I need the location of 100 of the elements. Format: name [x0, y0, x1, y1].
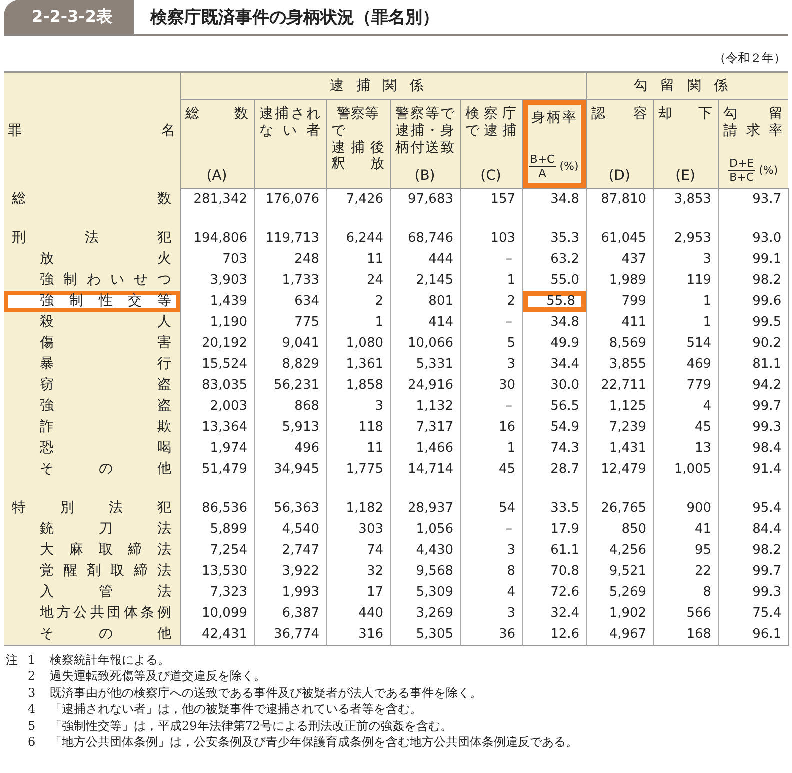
table-cell: 2,003: [180, 396, 254, 416]
column-sub: (C): [480, 168, 502, 184]
crime-name: 強制性交等: [4, 290, 180, 312]
table-cell: 99.3: [718, 416, 788, 438]
table-cell: 1,125: [586, 396, 654, 416]
table-cell: 99.7: [718, 396, 788, 416]
table-cell: 26,765: [586, 498, 654, 518]
table-cell: 801: [390, 290, 460, 312]
table-cell: 10,066: [390, 332, 460, 354]
table-cell: 1,858: [326, 374, 390, 396]
table-cell: 98.2: [718, 270, 788, 290]
table-cell: 8,829: [254, 354, 326, 374]
note-text: 検察統計年報による。: [50, 652, 171, 668]
crime-name: 地方公共団体条例: [39, 604, 172, 622]
table-cell: 4: [460, 582, 522, 602]
table-cell: 99.6: [718, 290, 788, 312]
table-cell: 2,145: [390, 270, 460, 290]
table-cell: 28,937: [390, 498, 460, 518]
table-cell: 119: [653, 270, 718, 290]
table-cell: －: [460, 518, 522, 540]
table-cell: 1,993: [254, 582, 326, 602]
table-cell: 779: [653, 374, 718, 396]
table-cell: 7,254: [180, 540, 254, 560]
table-cell: 4,540: [254, 518, 326, 540]
table-cell: 3: [460, 540, 522, 560]
table-cell: 45: [653, 416, 718, 438]
note-number: 6: [28, 734, 37, 750]
table-cell: 176,076: [254, 188, 326, 210]
table-cell: 98.4: [718, 438, 788, 458]
table-cell: 4,256: [586, 540, 654, 560]
table-cell: 32: [326, 560, 390, 582]
table-cell: 2,953: [653, 228, 718, 248]
table-cell: 5,305: [390, 624, 460, 645]
table-cell: 11: [326, 248, 390, 270]
note-number: 2: [28, 668, 37, 684]
table-cell: 1: [653, 312, 718, 332]
table-cell: 22: [653, 560, 718, 582]
table-cell: 7,317: [390, 416, 460, 438]
table-cell: 83,035: [180, 374, 254, 396]
fraction-numerator: B+C: [529, 153, 556, 167]
table-cell: 32.4: [522, 602, 586, 624]
table-cell: 36: [460, 624, 522, 645]
table-cell: 56,363: [254, 498, 326, 518]
table-cell: －: [460, 248, 522, 270]
table-cell: 440: [326, 602, 390, 624]
table-cell: 12,479: [586, 458, 654, 480]
table-cell: 1,080: [326, 332, 390, 354]
table-cell: 4: [653, 396, 718, 416]
column-label: 請求率: [724, 122, 784, 140]
crime-name: 傷害: [39, 334, 172, 352]
note-number: 3: [28, 684, 37, 701]
table-cell: 8,569: [586, 332, 654, 354]
table-cell: －: [460, 396, 522, 416]
table-cell: 28.7: [522, 458, 586, 480]
table-cell: 8: [653, 582, 718, 602]
table-cell: 81.1: [718, 354, 788, 374]
table-cell: 68,746: [390, 228, 460, 248]
table-cell: 3,903: [180, 270, 254, 290]
table-cell: 94.2: [718, 374, 788, 396]
table-cell: 2: [460, 290, 522, 312]
table-cell: 91.4: [718, 458, 788, 480]
crime-name: 放火: [39, 250, 172, 268]
table-cell: 54.9: [522, 416, 586, 438]
table-cell: 35.3: [522, 228, 586, 248]
table-cell: 5: [460, 332, 522, 354]
table-cell: 11: [326, 438, 390, 458]
crime-name: その他: [39, 624, 172, 644]
crime-name: 殺人: [39, 312, 172, 332]
crime-name: 詐欺: [39, 418, 172, 436]
column-label: 逮捕され: [260, 106, 320, 123]
table-cell: 1,190: [180, 312, 254, 332]
note-text: 「地方公共団体条例」は，公安条例及び青少年保護育成条例を含む地方公共団体条例違反である。: [50, 734, 579, 750]
note-number: 1: [28, 652, 37, 668]
table-cell: 5,269: [586, 582, 654, 602]
crime-name: 覚醒剤取締法: [39, 562, 172, 580]
table-cell: 45: [460, 458, 522, 480]
table-cell: 3: [460, 354, 522, 374]
table-cell: 61,045: [586, 228, 654, 248]
table-cell: 1: [653, 290, 718, 312]
table-cell: 55.8: [522, 290, 586, 312]
table-cell: 4,967: [586, 624, 654, 645]
crime-name: 総数: [11, 190, 172, 208]
note-text: 過失運転致死傷等及び道交違反を除く。: [50, 668, 267, 684]
table-cell: 444: [390, 248, 460, 270]
table-cell: 1,005: [653, 458, 718, 480]
table-cell: 3,853: [653, 188, 718, 210]
table-cell: 7,323: [180, 582, 254, 602]
table-cell: 868: [254, 396, 326, 416]
table-cell: 316: [326, 624, 390, 645]
crime-name: 入管法: [39, 582, 172, 602]
table-number: 2-2-3-2表: [4, 0, 134, 34]
note-text: 「逮捕されない者」は，他の被疑事件で逮捕されている者等を含む。: [50, 701, 423, 718]
table-cell: 168: [653, 624, 718, 645]
table-cell: 9,568: [390, 560, 460, 582]
fraction-denominator: B+C: [730, 171, 754, 184]
table-cell: 119,713: [254, 228, 326, 248]
table-cell: 63.2: [522, 248, 586, 270]
table-cell: 41: [653, 518, 718, 540]
crime-name: 暴行: [39, 354, 172, 374]
table-cell: 799: [586, 290, 654, 312]
